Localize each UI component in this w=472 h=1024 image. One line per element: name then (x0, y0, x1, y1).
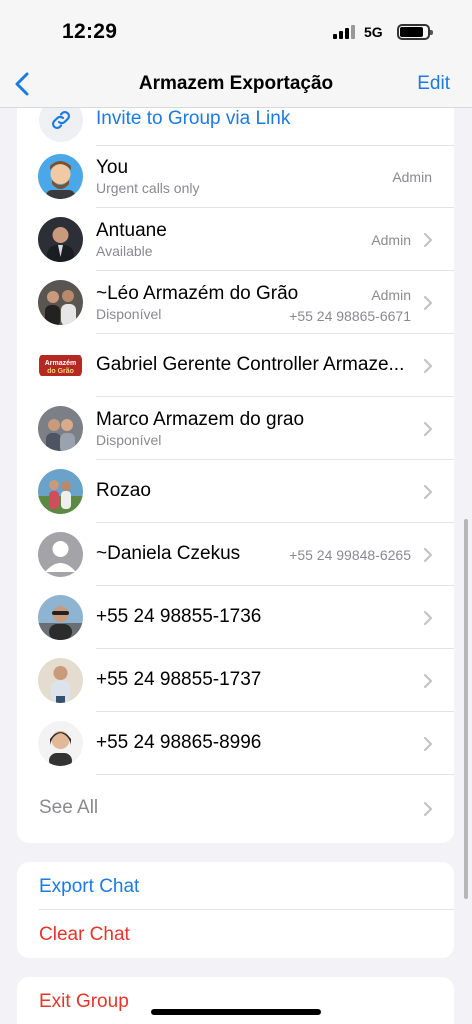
avatar (38, 217, 83, 262)
see-all-row[interactable]: See All (17, 775, 454, 843)
chevron-right-icon (423, 736, 433, 752)
invite-link-row[interactable]: Invite to Group via Link (17, 108, 454, 146)
export-chat-button[interactable]: Export Chat (39, 876, 139, 898)
member-row[interactable]: ~Daniela Czekus +55 24 99848-6265 (17, 523, 454, 586)
chevron-right-icon (423, 421, 433, 437)
chevron-right-icon (423, 610, 433, 626)
members-card: Invite to Group via Link You Urgent calls… (17, 108, 454, 843)
chevron-right-icon (423, 295, 433, 311)
chevron-right-icon (423, 484, 433, 500)
avatar (38, 406, 83, 451)
chat-actions-card: Export Chat Clear Chat (17, 862, 454, 958)
chevron-right-icon (423, 358, 433, 374)
avatar (38, 154, 83, 199)
scrollbar[interactable] (464, 519, 468, 899)
avatar (38, 280, 83, 325)
chevron-right-icon (423, 547, 433, 563)
member-row[interactable]: +55 24 98865-8996 (17, 712, 454, 775)
member-name: Gabriel Gerente Controller Armaze... (96, 354, 405, 375)
admin-badge: Admin (392, 169, 432, 185)
edit-button[interactable]: Edit (417, 73, 450, 95)
avatar (38, 469, 83, 514)
member-status: Disponível (96, 432, 162, 448)
invite-link-label: Invite to Group via Link (96, 108, 291, 129)
member-name: Antuane (96, 220, 167, 241)
status-time: 12:29 (62, 20, 118, 43)
svg-text:do Grão: do Grão (47, 368, 74, 375)
member-status: Disponível (96, 306, 162, 322)
divider (39, 909, 454, 910)
member-phone: +55 24 98865-6671 (289, 308, 411, 324)
avatar (38, 532, 83, 577)
status-bar: 12:29 5G (0, 0, 472, 60)
member-name: +55 24 98865-8996 (96, 732, 262, 753)
network-label: 5G (364, 24, 383, 40)
member-row[interactable]: Rozao (17, 460, 454, 523)
member-row[interactable]: You Urgent calls only Admin (17, 145, 454, 208)
member-row[interactable]: Antuane Available Admin (17, 208, 454, 271)
chevron-right-icon (423, 232, 433, 248)
member-status: Available (96, 243, 153, 259)
member-row[interactable]: Armazém do Grão Gabriel Gerente Controller… (17, 334, 454, 397)
see-all-label: See All (39, 797, 99, 818)
home-indicator[interactable] (151, 1009, 321, 1015)
clear-chat-button[interactable]: Clear Chat (39, 924, 130, 946)
admin-badge: Admin (371, 232, 411, 248)
battery-icon (397, 24, 433, 40)
member-name: +55 24 98855-1737 (96, 669, 262, 690)
member-name: You (96, 157, 129, 178)
member-row[interactable]: Marco Armazem do grao Disponível (17, 397, 454, 460)
member-row[interactable]: +55 24 98855-1737 (17, 649, 454, 712)
member-name: ~Léo Armazém do Grão (96, 283, 299, 304)
chevron-right-icon (423, 673, 433, 689)
member-name: ~Daniela Czekus (96, 543, 241, 564)
nav-bar: Armazem Exportação Edit (0, 60, 472, 108)
link-icon (39, 108, 83, 142)
admin-badge: Admin (371, 287, 411, 303)
chevron-right-icon (423, 801, 433, 817)
member-name: Marco Armazem do grao (96, 409, 305, 430)
page-title: Armazem Exportação (138, 73, 334, 94)
member-row[interactable]: +55 24 98855-1736 (17, 586, 454, 649)
member-name: +55 24 98855-1736 (96, 606, 262, 627)
member-row[interactable]: ~Léo Armazém do Grão Disponível Admin +55 2… (17, 271, 454, 334)
exit-group-card: Exit Group (17, 977, 454, 1024)
exit-group-button[interactable]: Exit Group (39, 991, 129, 1013)
svg-text:Armazém: Armazém (45, 360, 77, 367)
signal-icon (333, 25, 355, 39)
member-phone: +55 24 99848-6265 (289, 547, 411, 563)
member-name: Rozao (96, 480, 151, 501)
avatar: Armazém do Grão (38, 343, 83, 388)
avatar (38, 658, 83, 703)
avatar (38, 721, 83, 766)
member-status: Urgent calls only (96, 180, 200, 196)
avatar (38, 595, 83, 640)
